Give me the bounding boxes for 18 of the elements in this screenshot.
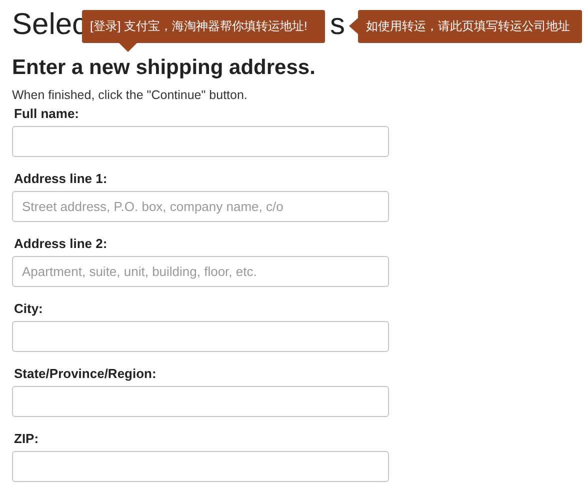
input-field[interactable]: Apartment, suite, unit, building, floor, etc.	[12, 256, 389, 287]
field-label: Full name:	[14, 106, 80, 121]
input-field[interactable]	[12, 451, 389, 482]
tooltip-arrow	[349, 18, 358, 34]
input-field[interactable]	[12, 126, 389, 157]
page-title: s	[330, 10, 346, 40]
instructions: When finished, click the "Continue" button.	[12, 88, 248, 102]
input-field[interactable]: Street address, P.O. box, company name, c/o	[12, 191, 389, 222]
field-label: Address line 2:	[14, 236, 108, 251]
tooltip: 如使用转运，请此页填写转运公司地址	[358, 10, 582, 43]
field-label: City:	[14, 301, 43, 316]
tooltip-arrow	[119, 43, 137, 52]
field-label: State/Province/Region:	[14, 366, 156, 381]
field-label: Address line 1:	[14, 171, 108, 186]
field-label: ZIP:	[14, 431, 39, 446]
input-field[interactable]	[12, 386, 389, 417]
form-heading: Enter a new shipping address.	[12, 56, 316, 80]
input-field[interactable]	[12, 321, 389, 352]
